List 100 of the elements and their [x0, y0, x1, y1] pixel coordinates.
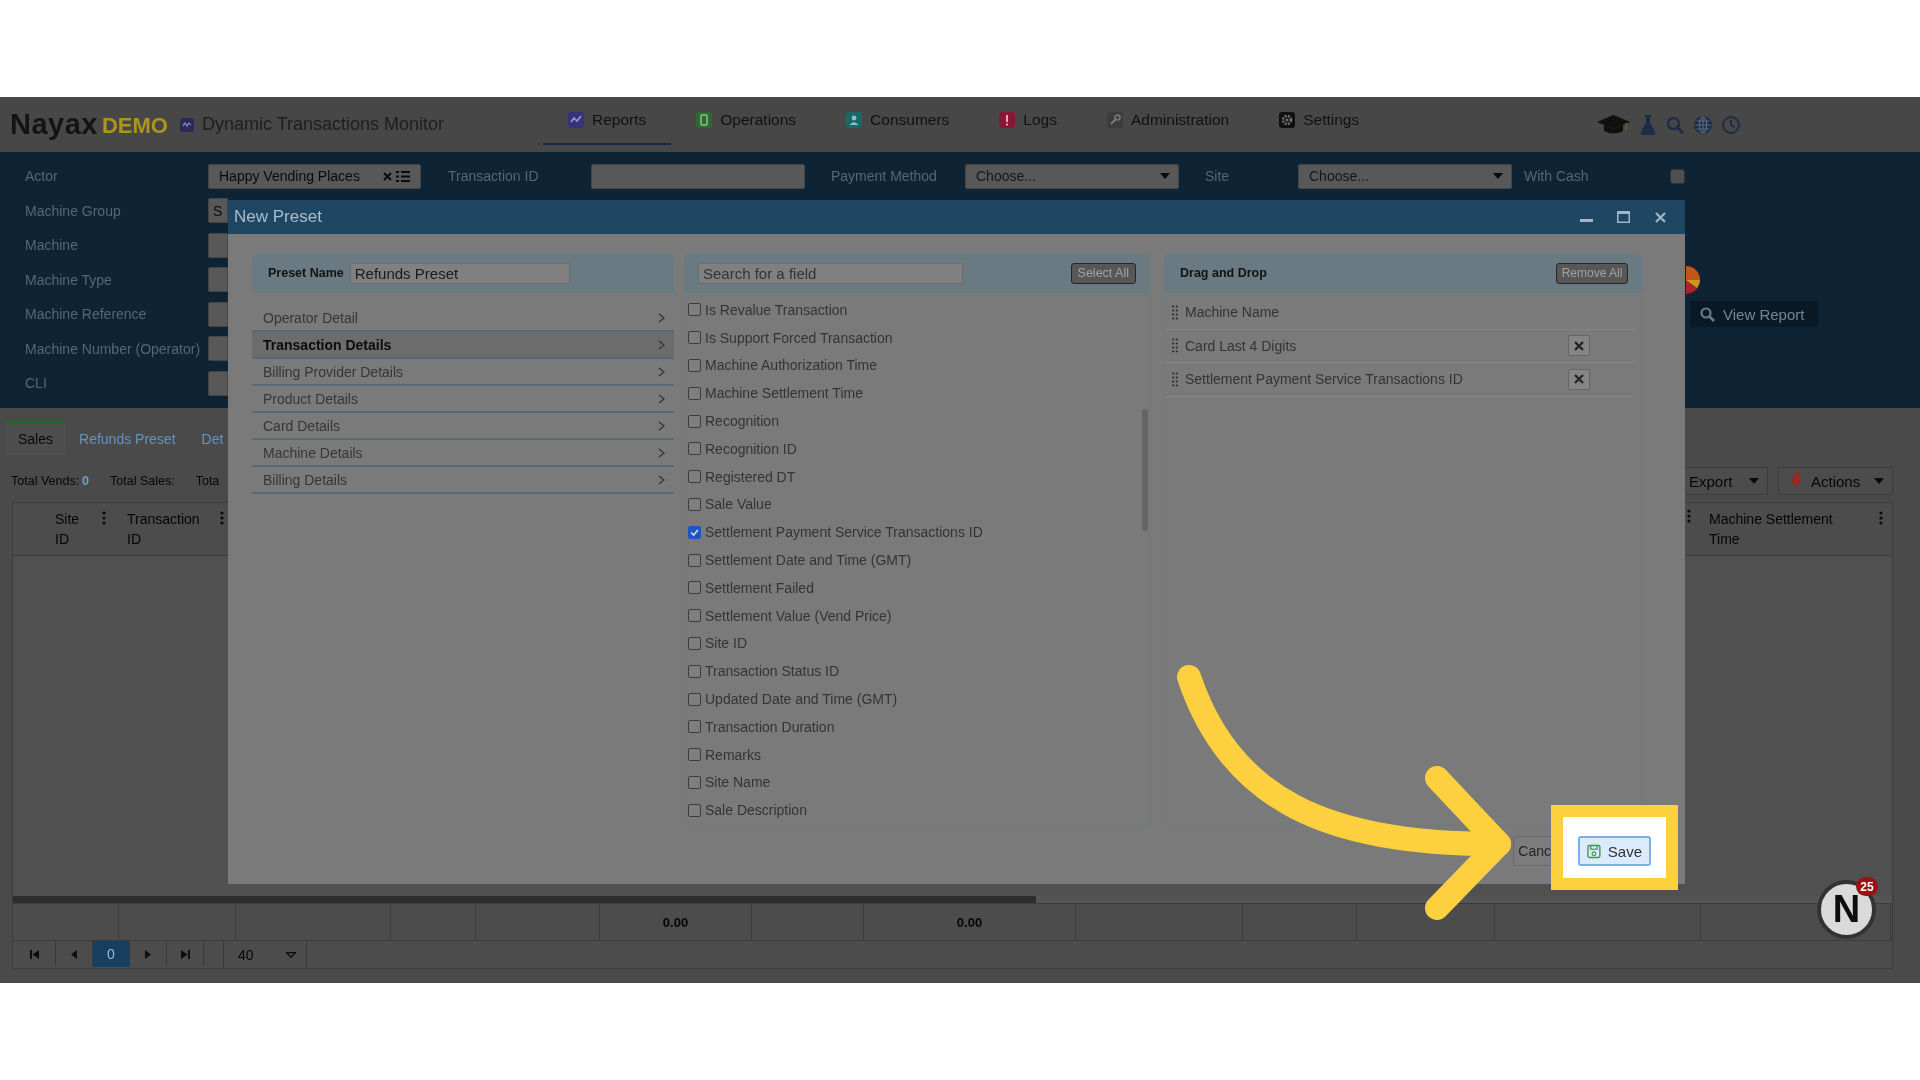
view-report-button[interactable]: View Report	[1690, 301, 1818, 328]
field-label: Remarks	[705, 746, 761, 763]
search-icon	[1700, 306, 1715, 322]
report-tab[interactable]: Refunds Preset	[66, 421, 189, 455]
drag-handle-icon[interactable]	[1172, 304, 1178, 320]
checkbox[interactable]	[688, 664, 701, 678]
person-icon	[846, 112, 863, 128]
column-header: Transaction ID	[127, 510, 201, 549]
selected-field-label: Card Last 4 Digits	[1185, 337, 1297, 354]
app-icon	[179, 117, 194, 132]
kebab-menu-icon[interactable]	[1879, 511, 1883, 525]
selected-field-label: Settlement Payment Service Transactions ID	[1185, 371, 1463, 388]
checkbox[interactable]	[688, 803, 701, 817]
panel-title: Drag and Drop	[1180, 266, 1267, 280]
dialog-title: New Preset	[234, 207, 322, 227]
checkbox[interactable]	[688, 748, 701, 762]
checkbox[interactable]	[688, 609, 701, 623]
category-item[interactable]: Card Details	[252, 413, 674, 440]
filter-label: CLI	[24, 375, 48, 392]
kebab-menu-icon[interactable]	[102, 511, 106, 525]
actor-field[interactable]: Happy Vending Places	[208, 163, 421, 189]
close-icon[interactable]	[1655, 211, 1666, 223]
search-icon[interactable]	[1666, 115, 1684, 134]
page-size-dropdown[interactable]: 40	[224, 941, 307, 968]
field-label: Site Name	[705, 774, 771, 791]
checkbox[interactable]	[688, 692, 701, 706]
globe-icon[interactable]	[1694, 115, 1712, 134]
checkbox[interactable]	[688, 359, 701, 372]
kebab-menu-icon[interactable]	[1687, 509, 1691, 523]
report-tab[interactable]: Sales	[5, 421, 67, 455]
drag-handle-icon[interactable]	[1172, 338, 1178, 354]
checkbox[interactable]	[688, 331, 701, 345]
category-item[interactable]: Billing Provider Details	[252, 359, 674, 386]
total-value: 0.00	[956, 914, 983, 930]
page-button[interactable]: 0	[93, 941, 130, 967]
checkbox[interactable]	[1670, 168, 1685, 184]
select-all-button[interactable]: Select All	[1070, 262, 1136, 284]
list-icon[interactable]	[396, 170, 410, 182]
checkbox[interactable]	[688, 720, 701, 734]
transaction-id-field[interactable]	[591, 163, 805, 189]
category-item[interactable]: Billing Details	[252, 467, 674, 494]
column-header: Machine Settlement Time	[1709, 510, 1834, 549]
checkbox[interactable]	[688, 497, 701, 511]
checkbox[interactable]	[688, 525, 701, 539]
clear-icon[interactable]	[383, 171, 392, 181]
drag-handle-icon[interactable]	[1172, 371, 1178, 387]
search-field[interactable]: Search for a field	[698, 262, 963, 284]
filter-field[interactable]	[208, 370, 228, 396]
checkbox[interactable]	[688, 470, 701, 484]
filter-label: With Cash	[1524, 168, 1590, 185]
remove-button[interactable]	[1568, 368, 1590, 390]
field-label: Recognition	[705, 413, 779, 430]
filter-field[interactable]	[208, 267, 228, 293]
payment-method-dropdown[interactable]: Choose...	[965, 163, 1179, 189]
save-button[interactable]: Save	[1578, 836, 1651, 866]
vertical-scrollbar[interactable]	[1142, 409, 1148, 531]
stat-value: 0	[82, 474, 90, 488]
stat-label: Total Vends:	[11, 474, 80, 488]
filter-field[interactable]	[208, 232, 228, 258]
checkbox[interactable]	[688, 775, 701, 789]
filter-label: Payment Method	[831, 168, 938, 185]
field-label: Machine Settlement Time	[705, 385, 863, 402]
checkbox[interactable]	[688, 581, 701, 595]
caret-down-icon	[1749, 478, 1759, 484]
cancel-button[interactable]: Canc	[1513, 836, 1551, 866]
site-dropdown[interactable]: Choose...	[1298, 163, 1512, 189]
checkbox[interactable]	[688, 414, 701, 428]
previous-page-icon	[71, 949, 77, 959]
column-header: Site ID	[55, 510, 81, 549]
close-icon	[1574, 374, 1584, 385]
checkbox[interactable]	[688, 442, 701, 456]
category-item[interactable]: Transaction Details	[252, 332, 674, 359]
checkbox[interactable]	[688, 303, 701, 317]
field-label: Machine Authorization Time	[705, 357, 877, 374]
remove-button[interactable]	[1568, 335, 1590, 357]
remove-all-button[interactable]: Remove All	[1556, 262, 1628, 284]
checkbox[interactable]	[688, 553, 701, 567]
flask-icon[interactable]	[1640, 114, 1656, 135]
minimize-icon[interactable]	[1580, 218, 1593, 222]
maximize-icon[interactable]	[1617, 211, 1630, 223]
filter-label: Site	[1205, 168, 1231, 185]
filter-field[interactable]	[208, 336, 228, 362]
chevron-right-icon	[658, 447, 665, 458]
field-label: Sale Description	[705, 802, 807, 819]
filter-field[interactable]: S	[208, 198, 228, 224]
caret-down-icon	[1493, 173, 1503, 180]
report-tab[interactable]: Det	[188, 421, 237, 455]
checkbox[interactable]	[688, 636, 701, 650]
checkbox[interactable]	[688, 386, 701, 400]
graduation-cap-icon[interactable]	[1597, 114, 1630, 135]
clock-icon[interactable]	[1722, 115, 1740, 134]
export-button[interactable]: Export	[1686, 467, 1768, 495]
preset-name-field[interactable]: Refunds Preset	[349, 262, 570, 284]
category-item[interactable]: Product Details	[252, 386, 674, 413]
actions-button[interactable]: Actions	[1778, 467, 1893, 495]
pie-chart-icon	[1686, 265, 1700, 294]
category-item[interactable]: Machine Details	[252, 440, 674, 467]
filter-label: Machine Group	[24, 202, 122, 219]
kebab-menu-icon[interactable]	[220, 511, 224, 525]
filter-field[interactable]	[208, 301, 228, 327]
